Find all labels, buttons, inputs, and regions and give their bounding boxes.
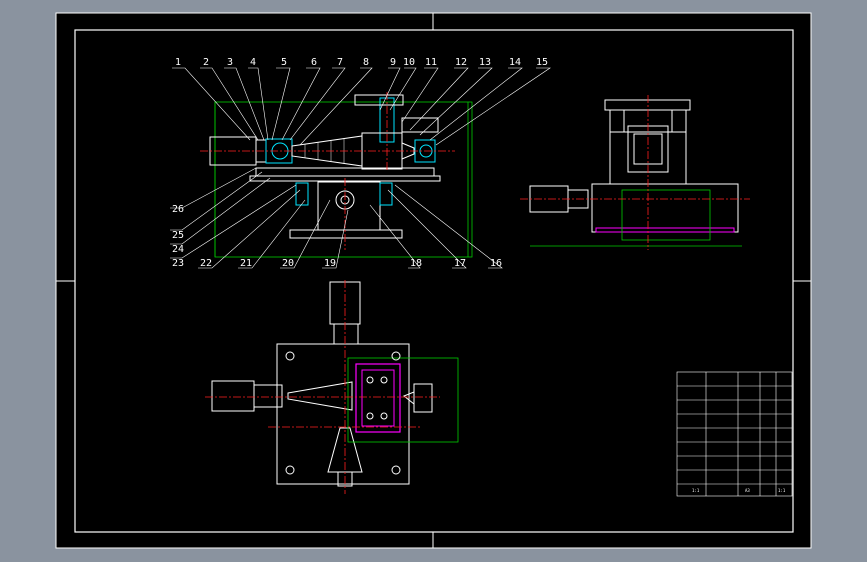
balloon-19: 19: [324, 258, 336, 269]
balloon-15: 15: [536, 57, 548, 68]
balloon-20: 20: [282, 258, 294, 269]
balloon-1: 1: [175, 57, 181, 68]
balloon-4: 4: [250, 57, 256, 68]
balloon-13: 13: [479, 57, 491, 68]
balloon-21: 21: [240, 258, 252, 269]
balloon-22: 22: [200, 258, 212, 269]
balloon-25: 25: [172, 230, 184, 241]
balloon-26: 26: [172, 204, 184, 215]
balloon-24: 24: [172, 244, 184, 255]
balloon-6: 6: [311, 57, 317, 68]
balloon-7: 7: [337, 57, 343, 68]
balloon-23: 23: [172, 258, 184, 269]
balloon-18: 18: [410, 258, 422, 269]
balloon-14: 14: [509, 57, 521, 68]
balloon-9: 9: [390, 57, 396, 68]
balloon-11: 11: [425, 57, 437, 68]
balloon-5: 5: [281, 57, 287, 68]
cad-viewport[interactable]: 1:1 A3 1:1 1 2 3 4 5 6 7 8 9 10 11 12 13…: [0, 0, 867, 562]
balloon-16: 16: [490, 258, 502, 269]
balloon-10: 10: [403, 57, 415, 68]
balloon-3: 3: [227, 57, 233, 68]
balloon-2: 2: [203, 57, 209, 68]
balloon-8: 8: [363, 57, 369, 68]
title-block-text-right: 1:1: [778, 488, 786, 493]
drawing-sheet: 1:1 A3 1:1 1 2 3 4 5 6 7 8 9 10 11 12 13…: [55, 12, 812, 549]
balloon-12: 12: [455, 57, 467, 68]
title-block-text-left: 1:1: [692, 488, 700, 493]
paper: [56, 13, 811, 548]
balloon-17: 17: [454, 258, 466, 269]
title-block-text-mid: A3: [745, 488, 750, 493]
